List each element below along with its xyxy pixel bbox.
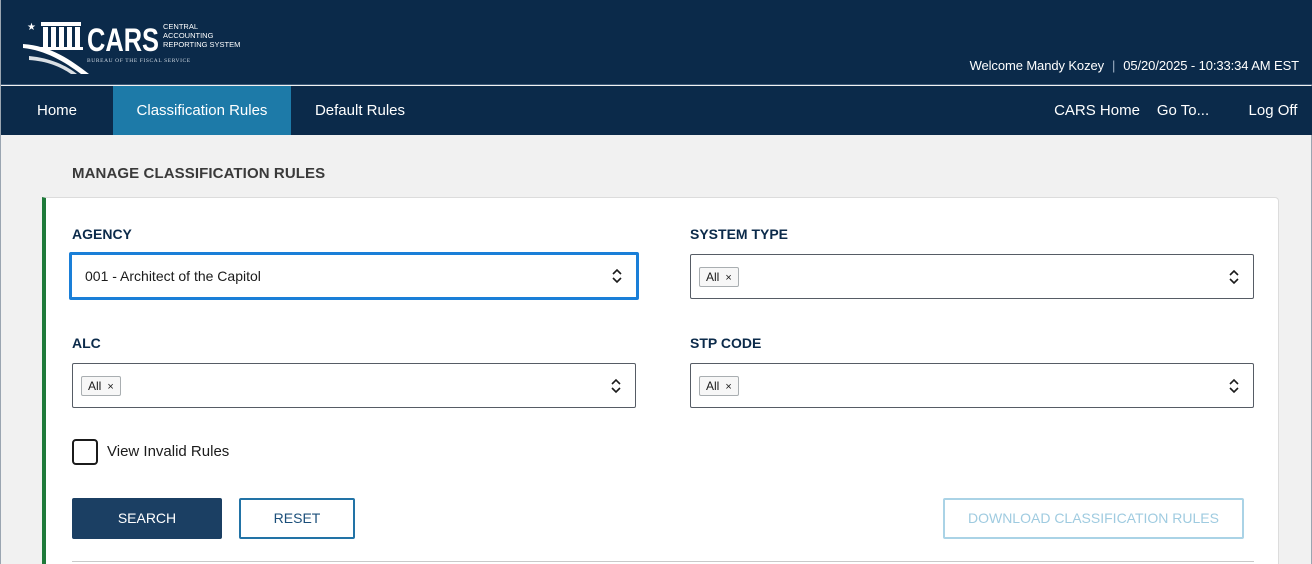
- alc-label: ALC: [72, 335, 101, 351]
- nav-home[interactable]: Home: [1, 86, 113, 135]
- stp-code-select[interactable]: All ×: [690, 363, 1254, 408]
- agency-value: 001 - Architect of the Capitol: [85, 268, 261, 284]
- chip-label: All: [706, 378, 720, 393]
- chip-remove-icon[interactable]: ×: [725, 272, 731, 284]
- system-type-select[interactable]: All ×: [690, 254, 1254, 299]
- agency-label: AGENCY: [72, 226, 132, 242]
- app-frame: ★ CARS CENTRAL ACCOUNTING REPORTING SYST…: [0, 0, 1312, 564]
- svg-text:★: ★: [27, 22, 36, 33]
- logo-sub-1: CENTRAL: [163, 22, 198, 31]
- system-type-chip[interactable]: All ×: [699, 266, 739, 287]
- nav-go-to[interactable]: Go To...: [1148, 86, 1218, 135]
- select-caret-icon: [611, 378, 621, 393]
- download-classification-rules-button[interactable]: DOWNLOAD CLASSIFICATION RULES: [943, 498, 1244, 539]
- section-divider: [72, 561, 1254, 562]
- welcome-text: Welcome Mandy Kozey: [969, 58, 1105, 73]
- select-caret-icon: [1229, 269, 1239, 284]
- alc-chip[interactable]: All ×: [81, 375, 121, 396]
- logo-sub-2: ACCOUNTING: [163, 31, 214, 40]
- logo-sub-3: REPORTING SYSTEM: [163, 40, 240, 49]
- page-title: MANAGE CLASSIFICATION RULES: [72, 165, 326, 182]
- welcome-bar: Welcome Mandy Kozey | 05/20/2025 - 10:33:3…: [969, 58, 1300, 73]
- search-button[interactable]: SEARCH: [72, 498, 222, 539]
- logo-bureau: BUREAU OF THE FISCAL SERVICE: [87, 58, 191, 64]
- select-caret-icon: [1229, 378, 1239, 393]
- alc-select[interactable]: All ×: [72, 363, 636, 408]
- nav-default-rules[interactable]: Default Rules: [291, 86, 429, 135]
- view-invalid-rules-checkbox[interactable]: [72, 439, 98, 465]
- cars-logo[interactable]: ★ CARS CENTRAL ACCOUNTING REPORTING SYST…: [21, 14, 241, 76]
- stp-code-chip[interactable]: All ×: [699, 375, 739, 396]
- nav-log-off[interactable]: Log Off: [1233, 86, 1312, 135]
- main-nav: Home Classification Rules Default Rules …: [1, 86, 1312, 135]
- session-datetime: 05/20/2025 - 10:33:34 AM EST: [1123, 58, 1299, 73]
- nav-classification-rules[interactable]: Classification Rules: [113, 86, 291, 135]
- view-invalid-rules-label[interactable]: View Invalid Rules: [107, 443, 229, 460]
- chip-label: All: [706, 269, 720, 284]
- app-header: ★ CARS CENTRAL ACCOUNTING REPORTING SYST…: [1, 0, 1312, 85]
- reset-button[interactable]: RESET: [239, 498, 355, 539]
- system-type-label: SYSTEM TYPE: [690, 226, 789, 242]
- select-caret-icon: [612, 268, 622, 284]
- agency-select[interactable]: 001 - Architect of the Capitol: [69, 252, 639, 300]
- welcome-separator: |: [1112, 58, 1116, 73]
- logo-wordmark: CARS: [87, 22, 159, 58]
- chip-label: All: [88, 378, 102, 393]
- nav-cars-home[interactable]: CARS Home: [1051, 86, 1143, 135]
- chip-remove-icon[interactable]: ×: [107, 381, 113, 393]
- chip-remove-icon[interactable]: ×: [725, 381, 731, 393]
- stp-code-label: STP CODE: [690, 335, 762, 351]
